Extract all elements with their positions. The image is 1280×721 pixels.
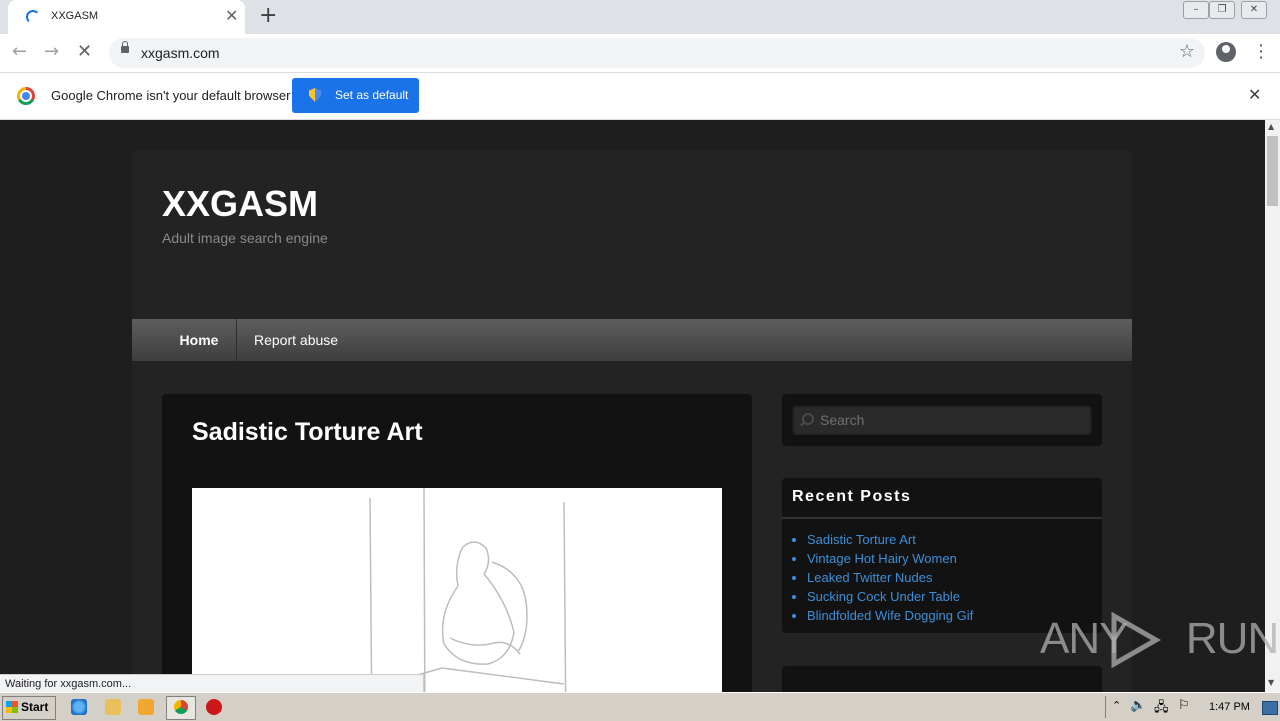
browser-toolbar: ← → ✕ xxgasm.com ☆ ⋮ (0, 34, 1280, 73)
action-center-flag-icon[interactable]: ⚐ (1178, 698, 1190, 713)
stop-loading-button[interactable]: ✕ (77, 40, 92, 64)
chrome-icon (174, 700, 188, 714)
list-item: Leaked Twitter Nudes (807, 568, 973, 587)
url-text[interactable]: xxgasm.com (141, 45, 220, 61)
article-title[interactable]: Sadistic Torture Art (192, 418, 423, 447)
nav-item-home[interactable]: Home (162, 319, 237, 361)
list-item: Vintage Hot Hairy Women (807, 549, 973, 568)
windows-taskbar: Start ⌃ 🔈 🖧 ⚐ 1:47 PM (0, 692, 1280, 721)
chrome-logo-icon (17, 87, 35, 105)
close-window-button[interactable]: ✕ (1241, 1, 1267, 19)
sidebar-widget (782, 666, 1102, 692)
bookmark-star-icon[interactable]: ☆ (1179, 41, 1195, 62)
show-desktop-icon[interactable] (1262, 701, 1278, 715)
taskbar-clock[interactable]: 1:47 PM (1209, 701, 1250, 713)
nav-item-report-abuse[interactable]: Report abuse (254, 319, 338, 361)
page-scrollbar[interactable]: ▲ ▼ (1265, 120, 1280, 692)
network-icon[interactable]: 🖧 (1154, 698, 1169, 720)
article-image[interactable] (192, 487, 722, 692)
windows-logo-icon (6, 701, 18, 713)
chrome-taskbar-button[interactable] (166, 696, 196, 720)
search-icon (802, 413, 814, 425)
menu-dots-icon[interactable]: ⋮ (1252, 40, 1270, 64)
scroll-thumb[interactable] (1267, 136, 1278, 206)
search-widget (782, 394, 1102, 446)
set-as-default-button[interactable]: Set as default (292, 78, 419, 113)
minimize-window-button[interactable]: – (1183, 1, 1209, 19)
site-container: XXGASM Adult image search engine Home Re… (132, 150, 1132, 692)
recent-posts-widget: Recent Posts Sadistic Torture Art Vintag… (782, 478, 1102, 633)
scroll-down-arrow-icon[interactable]: ▼ (1268, 678, 1274, 687)
divider (782, 517, 1102, 519)
sketch-illustration (369, 487, 567, 692)
file-explorer-icon[interactable] (105, 699, 121, 715)
list-item: Blindfolded Wife Dogging Gif (807, 606, 973, 625)
media-player-icon[interactable] (138, 699, 154, 715)
main-nav: Home Report abuse (132, 319, 1132, 361)
anyrun-play-logo-icon (1111, 612, 1162, 668)
recent-post-link[interactable]: Sadistic Torture Art (807, 532, 916, 547)
infobar-message: Google Chrome isn't your default browser (51, 88, 291, 103)
opera-icon[interactable] (206, 699, 222, 715)
tab-strip: XXGASM ✕ + – ❐ ✕ (0, 0, 1280, 34)
start-label: Start (21, 700, 49, 714)
scroll-up-arrow-icon[interactable]: ▲ (1268, 122, 1274, 131)
close-infobar-icon[interactable]: ✕ (1248, 85, 1261, 104)
loading-spinner-icon (26, 10, 40, 24)
search-box[interactable] (792, 404, 1092, 435)
tab-title: XXGASM (51, 10, 99, 22)
search-input[interactable] (818, 408, 1082, 432)
profile-icon[interactable] (1216, 42, 1236, 62)
list-item: Sadistic Torture Art (807, 530, 973, 549)
close-tab-icon[interactable]: ✕ (225, 6, 238, 26)
system-tray: ⌃ 🔈 🖧 ⚐ (1105, 696, 1280, 718)
lock-icon[interactable] (121, 41, 129, 53)
recent-post-link[interactable]: Leaked Twitter Nudes (807, 570, 933, 585)
uac-shield-icon (309, 88, 321, 102)
address-bar[interactable]: xxgasm.com ☆ (109, 38, 1205, 68)
forward-button[interactable]: → (44, 40, 59, 64)
page-viewport: XXGASM Adult image search engine Home Re… (0, 120, 1265, 692)
browser-tab[interactable]: XXGASM ✕ (8, 0, 245, 34)
internet-explorer-icon[interactable] (71, 699, 87, 715)
back-button[interactable]: ← (12, 40, 27, 64)
default-browser-infobar: Google Chrome isn't your default browser… (0, 73, 1280, 120)
site-tagline: Adult image search engine (162, 230, 328, 246)
recent-posts-heading: Recent Posts (792, 488, 912, 505)
restore-window-button[interactable]: ❐ (1209, 1, 1235, 19)
article: Sadistic Torture Art (162, 394, 752, 692)
recent-post-link[interactable]: Vintage Hot Hairy Women (807, 551, 957, 566)
set-as-default-label: Set as default (335, 88, 409, 102)
volume-icon[interactable]: 🔈 (1130, 698, 1146, 713)
recent-post-link[interactable]: Blindfolded Wife Dogging Gif (807, 608, 973, 623)
list-item: Sucking Cock Under Table (807, 587, 973, 606)
new-tab-button[interactable]: + (259, 3, 277, 29)
recent-posts-list: Sadistic Torture Art Vintage Hot Hairy W… (807, 530, 973, 625)
status-bubble: Waiting for xxgasm.com... (0, 674, 424, 692)
start-button[interactable]: Start (2, 696, 56, 720)
site-title[interactable]: XXGASM (162, 183, 318, 225)
show-hidden-icons-icon[interactable]: ⌃ (1112, 699, 1121, 712)
recent-post-link[interactable]: Sucking Cock Under Table (807, 589, 960, 604)
